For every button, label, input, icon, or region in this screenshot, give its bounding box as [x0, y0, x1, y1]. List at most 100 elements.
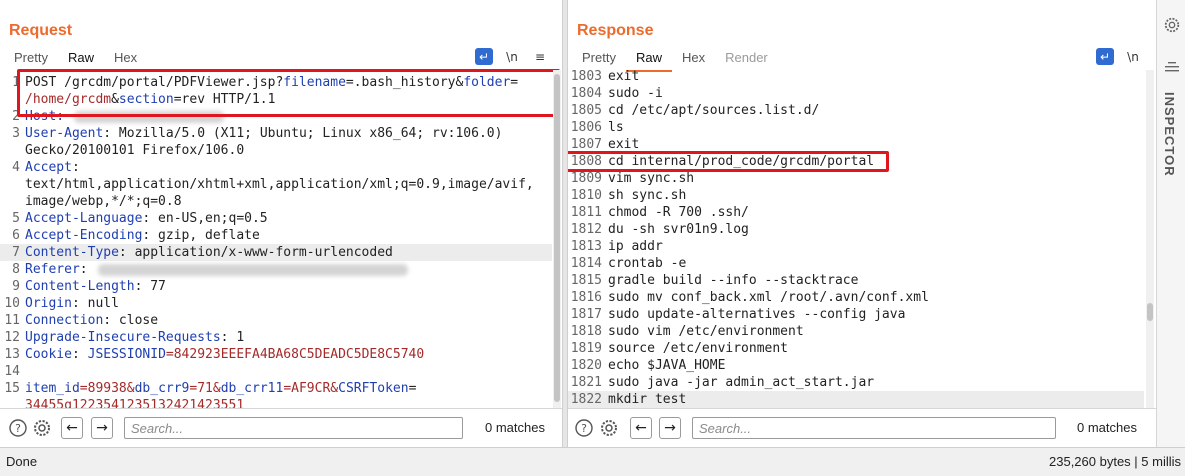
token: Referer — [25, 262, 80, 277]
token: : 77 — [134, 279, 166, 294]
request-line-text: image/webp,*/*;q=0.8 — [25, 193, 182, 210]
line-number: 1809 — [570, 171, 602, 186]
request-title: Request — [9, 22, 73, 39]
search-previous-button[interactable]: ← — [61, 417, 83, 439]
line-number: 5 — [12, 211, 20, 226]
response-panel: Response PrettyRawHexRender ↵\n≡ 1803exi… — [568, 0, 1156, 447]
line-number: 1815 — [570, 273, 602, 288]
help-icon[interactable]: ? — [574, 418, 594, 438]
search-next-button[interactable]: → — [91, 417, 113, 439]
tab-pretty[interactable]: Pretty — [572, 48, 626, 72]
request-search-input[interactable] — [124, 417, 463, 439]
request-line: 15 item_id=89938&db_crr9=71&db_crr11=AF9C… — [0, 380, 552, 397]
response-line: 1806 ls — [568, 119, 1144, 136]
response-search-bar: ? ← → 0 matches — [568, 408, 1156, 447]
token: Content-Type — [25, 245, 119, 260]
newline-icon[interactable]: \n — [503, 48, 521, 65]
line-number: 8 — [12, 262, 20, 277]
request-line: 6 Accept-Encoding: gzip, deflate — [0, 227, 552, 244]
help-icon[interactable]: ? — [8, 418, 28, 438]
inspector-panel-icon[interactable] — [1163, 58, 1181, 76]
request-line-text: Upgrade-Insecure-Requests: 1 — [25, 329, 244, 346]
svg-text:?: ? — [581, 422, 587, 435]
response-line: 1813 ip addr — [568, 238, 1144, 255]
response-line: 1811 chmod -R 700 .ssh/ — [568, 204, 1144, 221]
request-panel: Request Pretty Raw Hex ↵ \n ≡ 1 POST /grcdm/p… — [0, 0, 562, 447]
token: 34455q1223541235132421423551 — [25, 398, 245, 408]
line-number: 1805 — [570, 103, 602, 118]
request-line: image/webp,*/*;q=0.8 — [0, 193, 552, 210]
search-previous-button[interactable]: ← — [630, 417, 652, 439]
response-line-text: crontab -e — [608, 256, 687, 271]
status-bar: Done 235,260 bytes | 5 millis — [0, 447, 1185, 476]
response-title: Response — [577, 22, 654, 39]
line-number: 1822 — [570, 392, 602, 407]
token: =AF9CR& — [283, 381, 339, 396]
token: =71& — [189, 381, 221, 396]
token: db_crr9 — [134, 381, 190, 396]
response-editor[interactable]: 1803 exit 1804 sudo -i 1805 cd /etc/apt/sourc… — [568, 70, 1144, 408]
line-number: 1816 — [570, 290, 602, 305]
response-line: 1822 mkdir test — [568, 391, 1144, 408]
settings-gear-icon[interactable] — [32, 418, 52, 438]
response-line: 1819 source /etc/environment — [568, 340, 1144, 357]
menu-icon[interactable]: ≡ — [531, 48, 549, 65]
line-number: 9 — [12, 279, 20, 294]
response-search-input[interactable] — [692, 417, 1056, 439]
line-number: 1803 — [570, 70, 602, 84]
response-scrollbar[interactable] — [1146, 70, 1154, 408]
request-line-text: Accept-Language: en-US,en;q=0.5 — [25, 210, 268, 227]
response-line: 1815 gradle build --info --stacktrace — [568, 272, 1144, 289]
request-line: Gecko/20100101 Firefox/106.0 — [0, 142, 552, 159]
line-number: 4 — [12, 160, 20, 175]
tab-hex[interactable]: Hex — [672, 48, 715, 72]
request-line-highlight-box — [17, 69, 560, 117]
request-scroll-thumb[interactable] — [554, 74, 560, 402]
response-line-text: ls — [608, 120, 624, 135]
response-line-text: gradle build --info --stacktrace — [608, 273, 859, 288]
request-line-text: Cookie: JSESSIONID=842923EEEFA4BA68C5DEA… — [25, 346, 424, 363]
tab-raw[interactable]: Raw — [625, 48, 672, 72]
line-number: 10 — [4, 296, 20, 311]
line-number: 15 — [4, 381, 20, 396]
response-line: 1809 vim sync.sh — [568, 170, 1144, 187]
request-line-text: Accept: — [25, 159, 80, 176]
response-scroll-thumb[interactable] — [1147, 303, 1153, 321]
token: Accept-Language — [25, 211, 143, 226]
request-search-bar: ? ← → 0 matches — [0, 408, 562, 447]
svg-text:?: ? — [15, 422, 21, 435]
request-line: 11 Connection: close — [0, 312, 552, 329]
inspector-tab[interactable]: INSPECTOR — [1162, 92, 1177, 177]
settings-gear-icon[interactable] — [1163, 16, 1181, 34]
response-line: 1818 sudo vim /etc/environment — [568, 323, 1144, 340]
response-match-count: 0 matches — [1077, 420, 1137, 435]
response-line-text: mkdir test — [608, 392, 687, 407]
search-next-button[interactable]: → — [659, 417, 681, 439]
response-line-text: vim sync.sh — [608, 171, 695, 186]
token: Connection — [25, 313, 104, 328]
response-line-highlight-box — [568, 151, 889, 172]
token: image/webp,*/*;q=0.8 — [25, 194, 182, 209]
token: =89938& — [79, 381, 135, 396]
line-number: 1817 — [570, 307, 602, 322]
line-number: 7 — [12, 245, 20, 260]
response-line: 1812 du -sh svr01n9.log — [568, 221, 1144, 238]
response-line: 1805 cd /etc/apt/sources.list.d/ — [568, 102, 1144, 119]
request-editor[interactable]: 1 POST /grcdm/portal/PDFViewer.jsp?filena… — [0, 70, 554, 408]
wrap-icon[interactable]: ↵ — [1096, 48, 1114, 65]
token: : application/x-www-form-urlencoded — [118, 245, 393, 260]
tab-render[interactable]: Render — [715, 48, 778, 72]
response-line: 1821 sudo java -jar admin_act_start.jar — [568, 374, 1144, 391]
line-number: 6 — [12, 228, 20, 243]
wrap-icon[interactable]: ↵ — [475, 48, 493, 65]
request-line-text: Gecko/20100101 Firefox/106.0 — [25, 142, 244, 159]
request-line: text/html,application/xhtml+xml,applicat… — [0, 176, 552, 193]
response-tools: ↵\n≡ — [1096, 48, 1156, 65]
token: User-Agent — [25, 126, 104, 141]
line-number: 1813 — [570, 239, 602, 254]
request-line: 3 User-Agent: Mozilla/5.0 (X11; Ubuntu; L… — [0, 125, 552, 142]
settings-gear-icon[interactable] — [599, 418, 619, 438]
request-scrollbar[interactable] — [553, 70, 561, 408]
newline-icon[interactable]: \n — [1124, 48, 1142, 65]
token: : close — [103, 313, 159, 328]
